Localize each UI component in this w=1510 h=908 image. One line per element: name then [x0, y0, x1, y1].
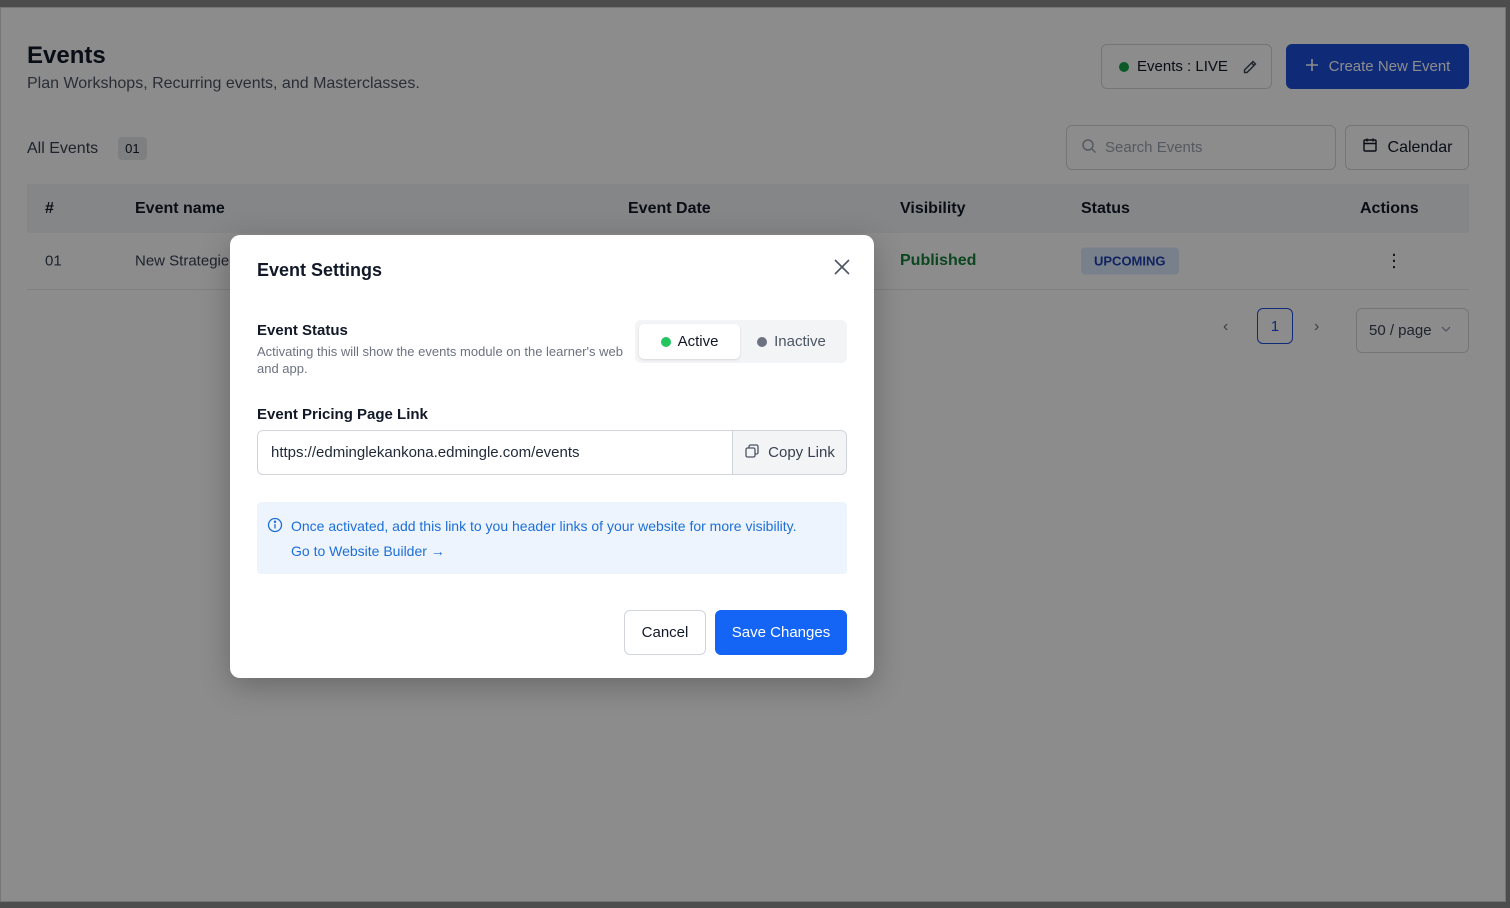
copy-link-button[interactable]: Copy Link	[732, 430, 847, 475]
event-settings-modal: Event Settings Event Status Activating t…	[230, 235, 874, 678]
event-status-description: Activating this will show the events mod…	[257, 344, 623, 376]
active-dot	[660, 336, 671, 347]
copy-icon	[744, 443, 760, 463]
info-icon	[267, 517, 283, 538]
copy-link-label: Copy Link	[768, 444, 835, 461]
pricing-link-label: Event Pricing Page Link	[257, 406, 428, 423]
inactive-label: Inactive	[774, 333, 826, 350]
website-builder-link[interactable]: Go to Website Builder →	[291, 543, 445, 559]
info-callout: Once activated, add this link to you hea…	[257, 502, 847, 574]
save-changes-button[interactable]: Save Changes	[715, 610, 847, 655]
active-label: Active	[677, 333, 719, 350]
close-icon[interactable]	[832, 257, 852, 277]
event-status-label: Event Status	[257, 322, 348, 339]
info-text: Once activated, add this link to you hea…	[291, 518, 797, 534]
modal-title: Event Settings	[257, 260, 383, 280]
status-option-active[interactable]: Active	[639, 324, 740, 359]
status-option-inactive[interactable]: Inactive	[740, 324, 843, 359]
event-status-toggle[interactable]: Active Inactive	[635, 320, 847, 363]
inactive-dot	[757, 336, 768, 347]
pricing-link-field[interactable]	[257, 430, 733, 475]
cancel-button[interactable]: Cancel	[624, 610, 706, 655]
